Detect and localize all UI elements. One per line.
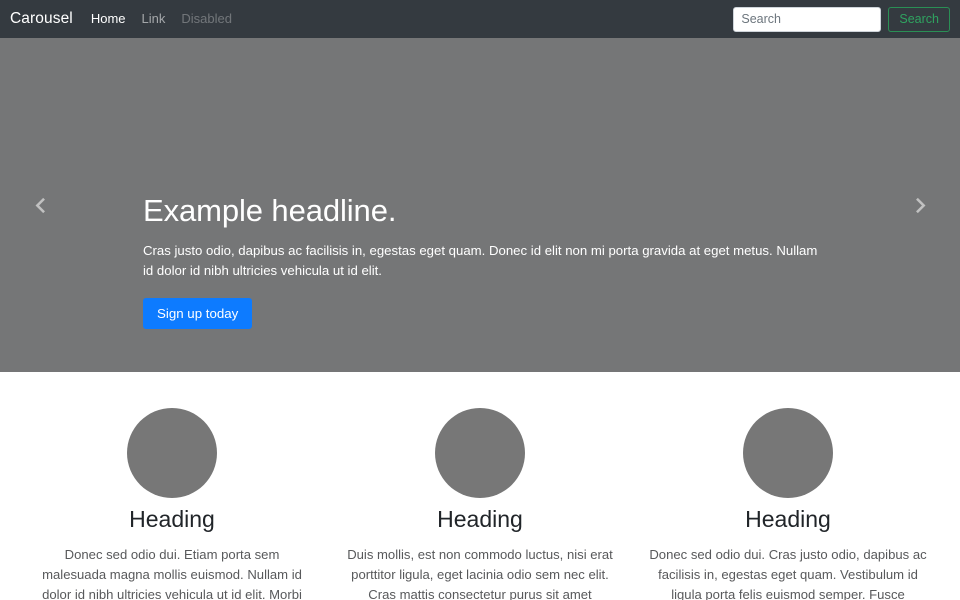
carousel-prev-button[interactable]: [6, 38, 74, 372]
nav-link-disabled: Disabled: [181, 11, 232, 26]
feature-column-3: Heading Donec sed odio dui. Cras justo o…: [634, 408, 942, 600]
carousel-caption: Example headline. Cras justo odio, dapib…: [143, 193, 843, 329]
feature-heading-3: Heading: [745, 506, 831, 532]
carousel-indicator-2[interactable]: [467, 340, 493, 354]
features-section: Heading Donec sed odio dui. Etiam porta …: [0, 372, 960, 600]
carousel-description: Cras justo odio, dapibus ac facilisis in…: [143, 242, 818, 278]
feature-heading-1: Heading: [129, 506, 215, 532]
search-input[interactable]: [733, 6, 882, 32]
chevron-right-icon: [912, 197, 929, 214]
signup-cta-button[interactable]: Sign up today: [143, 297, 253, 329]
feature-column-2: Heading Duis mollis, est non commodo luc…: [326, 408, 634, 600]
search-button[interactable]: Search: [888, 6, 950, 32]
navbar-nav: Home Link Disabled: [91, 10, 232, 28]
carousel-indicators: [0, 340, 960, 354]
carousel-indicator-3[interactable]: [497, 340, 523, 354]
carousel-indicator-1[interactable]: [437, 340, 463, 354]
nav-link-link[interactable]: Link: [142, 11, 166, 26]
feature-column-1: Heading Donec sed odio dui. Etiam porta …: [18, 408, 326, 600]
feature-text-2: Duis mollis, est non commodo luctus, nis…: [347, 546, 613, 600]
carousel-headline: Example headline.: [143, 193, 397, 228]
chevron-left-icon: [32, 197, 49, 214]
navbar-brand[interactable]: Carousel: [10, 10, 73, 28]
nav-item-home: Home: [91, 10, 126, 28]
carousel: Example headline. Cras justo odio, dapib…: [0, 38, 960, 372]
feature-text-3: Donec sed odio dui. Cras justo odio, dap…: [649, 546, 927, 600]
feature-text-1: Donec sed odio dui. Etiam porta sem male…: [42, 546, 302, 600]
nav-item-link: Link: [142, 10, 166, 28]
navbar-search-form: Search: [733, 6, 950, 32]
nav-item-disabled: Disabled: [181, 10, 232, 28]
nav-link-home[interactable]: Home: [91, 11, 126, 26]
feature-heading-2: Heading: [437, 506, 523, 532]
placeholder-circle-icon: [743, 408, 833, 498]
placeholder-circle-icon: [127, 408, 217, 498]
top-navbar: Carousel Home Link Disabled Search: [0, 0, 960, 38]
placeholder-circle-icon: [435, 408, 525, 498]
carousel-next-button[interactable]: [886, 38, 954, 372]
